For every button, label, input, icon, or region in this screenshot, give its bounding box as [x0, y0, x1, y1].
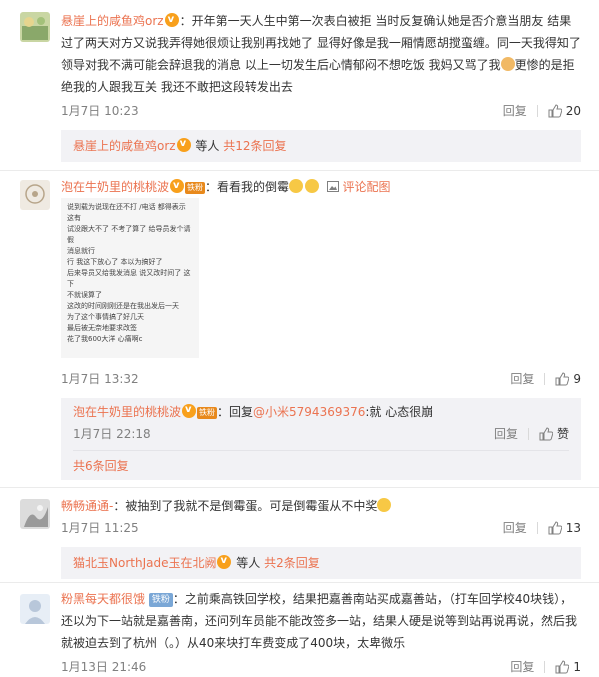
image-text-line: 不就误算了 [67, 291, 102, 299]
reply-button[interactable]: 回复 [503, 519, 527, 536]
comment-text: ：被抽到了我就不是倒霉蛋。可是倒霉蛋从不中奖 [113, 499, 378, 513]
avatar[interactable] [20, 12, 50, 42]
comment-text: ：看看我的倒霉 [205, 180, 290, 194]
reply-text: :就 心态很崩 [365, 405, 434, 419]
reply-box: 泡在牛奶里的桃桃波 铁粉：回复@小米5794369376:就 心态很崩 1月7日 … [61, 398, 581, 480]
divider [0, 487, 599, 488]
replies-summary-text: 等人 [195, 139, 220, 153]
view-all-replies-link[interactable]: 共6条回复 [73, 459, 129, 473]
image-icon [326, 181, 339, 192]
verified-badge-icon [176, 134, 191, 154]
comment-body: 畅畅通通-：被抽到了我就不是倒霉蛋。可是倒霉蛋从不中奖 [61, 495, 581, 517]
reply-button[interactable]: 回复 [510, 370, 534, 387]
thumbs-up-icon[interactable] [539, 427, 553, 441]
comment-username[interactable]: 悬崖上的咸鱼鸡orz [61, 14, 164, 28]
verified-badge-icon [170, 175, 185, 197]
comment-meta: 1月7日 13:32 回复 9 [61, 370, 581, 390]
verified-badge-icon [217, 551, 232, 571]
scared-face-emoji-icon [289, 179, 304, 193]
like-count: 20 [565, 103, 581, 118]
like-count: 9 [573, 371, 581, 386]
comment-meta: 1月7日 11:25 回复 13 [61, 519, 581, 539]
view-comment-image-link[interactable]: 评论配图 [343, 180, 391, 194]
praying-hands-emoji-icon [500, 57, 515, 71]
comment-body: 悬崖上的咸鱼鸡orz：开年第一天人生中第一次表白被拒 当时反复确认她是否介意当朋… [61, 9, 581, 98]
replies-summary-text: 等人 [236, 556, 261, 570]
image-text-line: 这改的时间刚刚还是在我出发后一天 [67, 302, 179, 310]
view-all-replies-link[interactable]: 共2条回复 [264, 556, 320, 570]
reply-username[interactable]: 泡在牛奶里的桃桃波 [73, 405, 181, 419]
reply-button[interactable]: 回复 [510, 658, 534, 675]
comment-image[interactable]: 说到载为说现在还不打 /电话 都得表示 这有 试没跟大不了 不考了算了 给导员发… [61, 198, 199, 358]
reply-prefix: ：回复 [217, 405, 254, 419]
divider [73, 450, 569, 451]
like-count: 13 [565, 520, 581, 535]
divider [0, 170, 599, 171]
divider [544, 660, 546, 673]
comment-meta: 1月13日 21:46 回复 1 [61, 658, 581, 677]
divider [544, 372, 546, 385]
scared-face-emoji-icon [305, 179, 320, 193]
avatar[interactable] [20, 499, 50, 529]
divider [536, 104, 538, 117]
image-text-line: 后来导员又给我发消息 说又改时间了 这下 [67, 269, 191, 288]
image-text-line: 说到载为说现在还不打 /电话 都得表示 这有 [67, 203, 186, 222]
comment-username[interactable]: 畅畅通通- [61, 499, 113, 513]
fan-badge: 铁粉 [197, 407, 218, 419]
divider [536, 521, 538, 534]
thumbs-up-icon[interactable] [555, 659, 570, 674]
like-count: 1 [573, 659, 581, 674]
avatar[interactable] [20, 180, 50, 210]
comment-username[interactable]: 粉黑每天都很饿 [61, 592, 145, 606]
image-text-line: 为了这个事情搞了好几天 [67, 313, 144, 321]
verified-badge-icon [182, 400, 197, 420]
image-text-line: 最后被无奈地要求改签 [67, 324, 137, 332]
comment-time: 1月7日 13:32 [61, 372, 139, 386]
verified-badge-icon [164, 9, 179, 31]
replies-summary[interactable]: 悬崖上的咸鱼鸡orz 等人 共12条回复 [61, 130, 581, 162]
fan-badge: 铁粉 [185, 182, 206, 194]
reply-button[interactable]: 回复 [503, 102, 527, 119]
like-label[interactable]: 赞 [557, 424, 569, 444]
view-all-replies-link[interactable]: 共12条回复 [223, 139, 286, 153]
comment-body: 粉黑每天都很饿 铁粉 ：之前乘高铁回学校，结果把嘉善南站买成嘉善站，（打车回学校4… [61, 588, 581, 654]
comment-time: 1月7日 11:25 [61, 521, 139, 535]
reply-username[interactable]: 猫北玉NorthJade玉在北阙 [73, 556, 216, 570]
avatar[interactable] [20, 594, 50, 624]
awkward-face-emoji-icon [377, 498, 392, 512]
image-text-line: 花了我600大洋 心痛啊c [67, 335, 143, 343]
comment-body: 泡在牛奶里的桃桃波 铁粉：看看我的倒霉 评论配图 [61, 175, 581, 198]
comment-username[interactable]: 泡在牛奶里的桃桃波 [61, 180, 169, 194]
thumbs-up-icon[interactable] [548, 520, 562, 535]
image-text-line: 行 我这下放心了 本以为搞好了 [67, 258, 163, 266]
divider [527, 428, 529, 440]
reply-button[interactable]: 回复 [494, 424, 518, 444]
reply-time: 1月7日 22:18 [73, 427, 151, 441]
image-text-line: 试没跟大不了 不考了算了 给导员发个请假 [67, 225, 191, 244]
fan-badge: 铁粉 [148, 593, 173, 607]
image-text-line: 消息就行 [67, 247, 95, 255]
thumbs-up-icon[interactable] [555, 371, 570, 386]
comment-meta: 1月7日 10:23 回复 20 [61, 102, 581, 122]
thumbs-up-icon[interactable] [548, 103, 562, 118]
comment-time: 1月13日 21:46 [61, 660, 147, 674]
mention-link[interactable]: @小米5794369376 [253, 405, 365, 419]
comment-time: 1月7日 10:23 [61, 104, 139, 118]
divider [0, 582, 599, 583]
replies-summary[interactable]: 猫北玉NorthJade玉在北阙 等人 共2条回复 [61, 547, 581, 579]
reply-username[interactable]: 悬崖上的咸鱼鸡orz [73, 139, 176, 153]
